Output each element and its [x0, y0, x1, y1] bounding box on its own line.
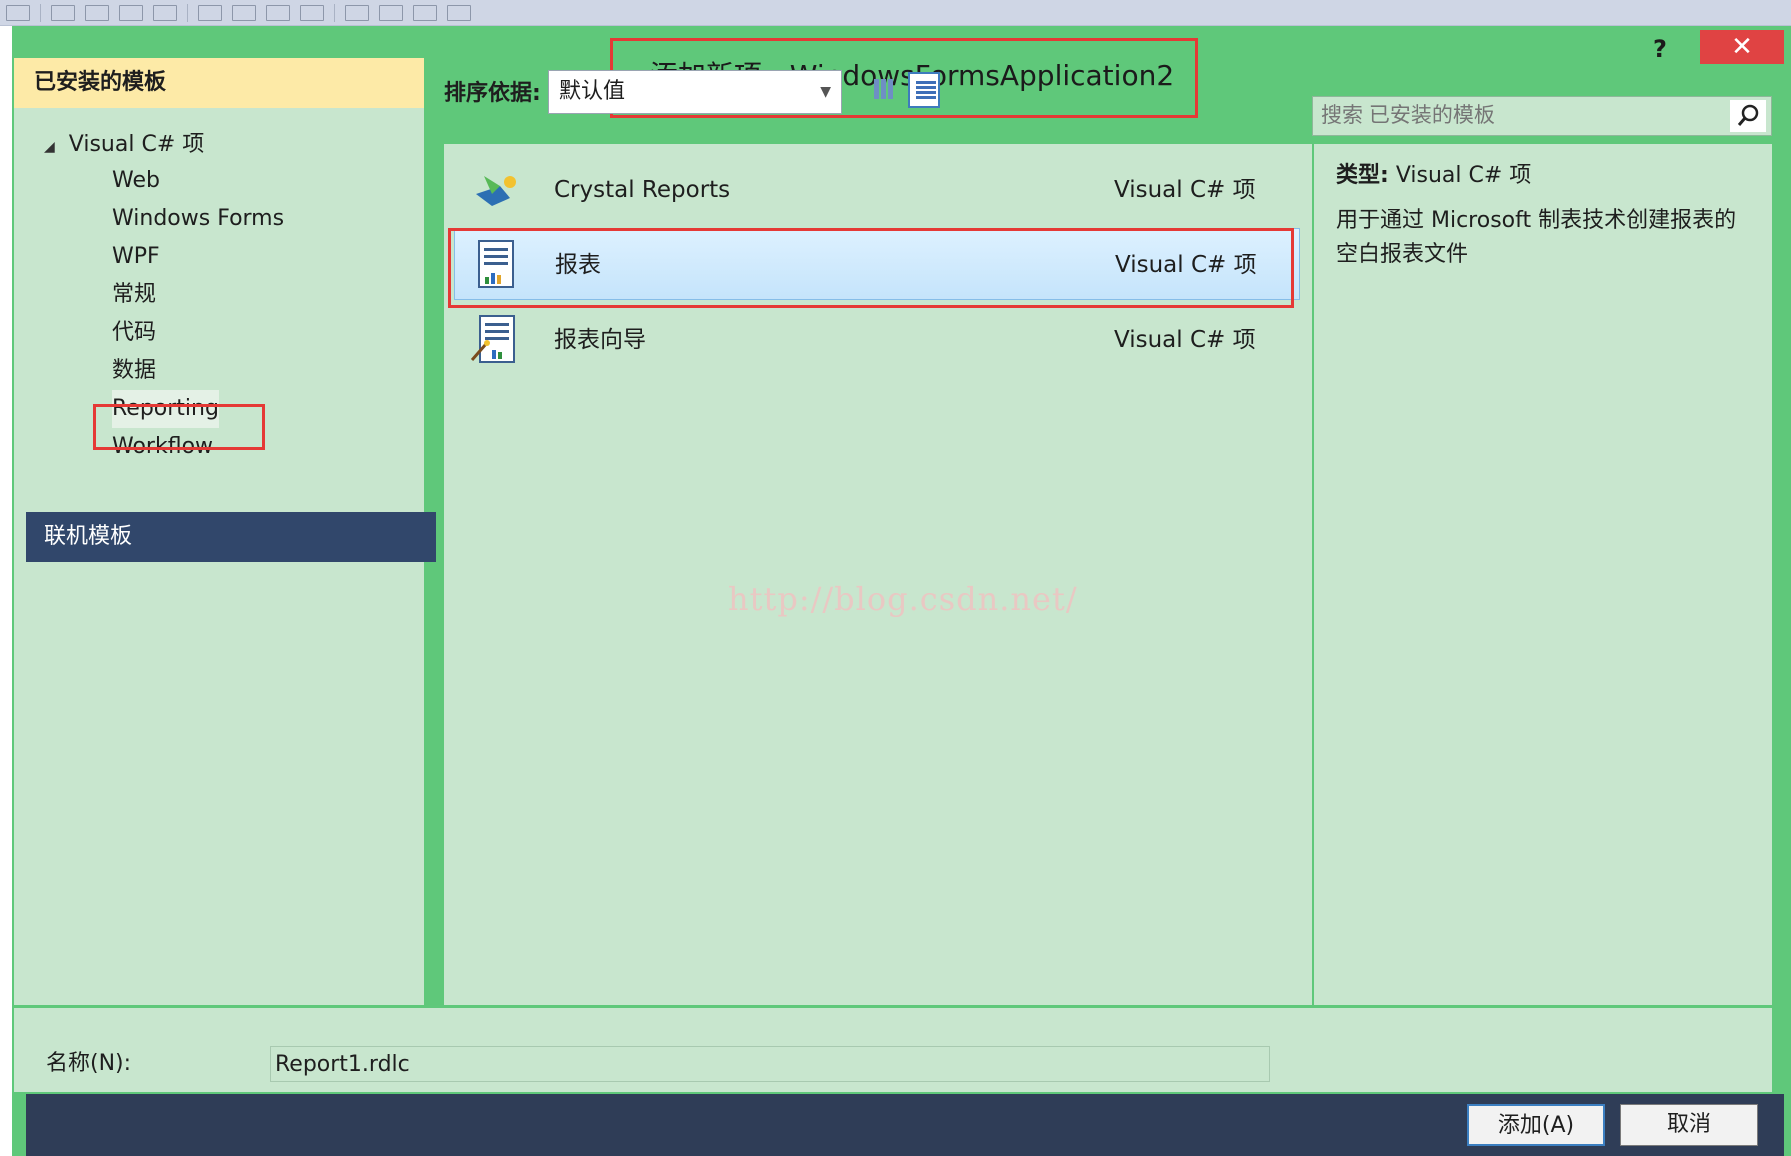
- tree-item-windows-forms[interactable]: Windows Forms: [112, 200, 284, 238]
- type-line: 类型: Visual C# 项: [1336, 158, 1531, 194]
- tree-item-wpf[interactable]: WPF: [112, 238, 160, 276]
- tree-item-visual-csharp[interactable]: ◢ Visual C# 项: [44, 126, 204, 164]
- item-name: Crystal Reports: [554, 177, 731, 203]
- toolbar-separator: [40, 3, 41, 22]
- help-button[interactable]: ?: [1642, 30, 1678, 68]
- toolbar-order-icon: [379, 4, 403, 21]
- toolbar-spacing-icon: [266, 4, 290, 21]
- toolbar-spacing-icon: [300, 4, 324, 21]
- item-description: 用于通过 Microsoft 制表技术创建报表的空白报表文件: [1336, 208, 1737, 267]
- toolbar-layout-icon: [119, 4, 143, 21]
- report-highlight-box: [448, 228, 1294, 308]
- search-button[interactable]: [1730, 100, 1766, 132]
- list-view-button[interactable]: [908, 72, 940, 108]
- name-field[interactable]: [270, 1046, 1270, 1082]
- tree-item-label: Visual C# 项: [68, 132, 205, 157]
- toolbar-align-icon: [6, 4, 30, 21]
- close-icon: ✕: [1731, 32, 1753, 62]
- close-button[interactable]: ✕: [1700, 30, 1784, 64]
- small-icons-view-button[interactable]: [868, 72, 900, 108]
- toolbar-layout-icon: [85, 4, 109, 21]
- expand-triangle-icon[interactable]: ◢: [44, 139, 55, 155]
- item-name: 报表向导: [554, 327, 646, 353]
- toolbar-order-icon: [447, 4, 471, 21]
- crystal-reports-icon: [476, 176, 516, 206]
- sort-value: 默认值: [559, 79, 626, 104]
- online-templates-tab[interactable]: 联机模板: [26, 512, 436, 562]
- tree-item-web[interactable]: Web: [112, 162, 160, 200]
- list-view-icon: [916, 81, 936, 99]
- list-item-crystal-reports[interactable]: Crystal Reports Visual C# 项: [454, 154, 1300, 226]
- toolbar-spacing-icon: [198, 4, 222, 21]
- toolbar-order-icon: [413, 4, 437, 21]
- toolbar-spacing-icon: [232, 4, 256, 21]
- add-button[interactable]: 添加(A): [1467, 1104, 1605, 1146]
- search-input[interactable]: [1312, 96, 1772, 136]
- type-label: 类型:: [1336, 163, 1389, 188]
- type-value: Visual C# 项: [1395, 163, 1532, 188]
- list-item-report-wizard[interactable]: 报表向导 Visual C# 项: [454, 304, 1300, 376]
- toolbar-order-icon: [345, 4, 369, 21]
- toolbar-layout-icon: [153, 4, 177, 21]
- toolbar-layout-icon: [51, 4, 75, 21]
- toolbar-separator: [334, 3, 335, 22]
- details-panel: [1314, 144, 1772, 1005]
- item-category: Visual C# 项: [1114, 177, 1256, 203]
- reporting-highlight-box: [93, 404, 265, 450]
- tree-item-data[interactable]: 数据: [112, 352, 156, 390]
- toolbar-separator: [187, 3, 188, 22]
- report-wizard-icon: [470, 315, 515, 363]
- cancel-button[interactable]: 取消: [1620, 1104, 1758, 1146]
- tree-item-code[interactable]: 代码: [112, 314, 156, 352]
- installed-templates-header: 已安装的模板: [14, 58, 424, 108]
- chevron-down-icon: ▼: [820, 84, 831, 100]
- small-icons-icon: [874, 79, 893, 99]
- tree-item-general[interactable]: 常规: [112, 276, 156, 314]
- search-icon: [1737, 104, 1759, 126]
- item-category: Visual C# 项: [1114, 327, 1256, 353]
- sort-label: 排序依据:: [444, 81, 541, 106]
- watermark-text: http://blog.csdn.net/: [728, 580, 1078, 618]
- ide-toolbar-background: [0, 0, 1791, 26]
- name-label: 名称(N):: [46, 1051, 132, 1076]
- sort-dropdown[interactable]: 默认值 ▼: [548, 70, 842, 114]
